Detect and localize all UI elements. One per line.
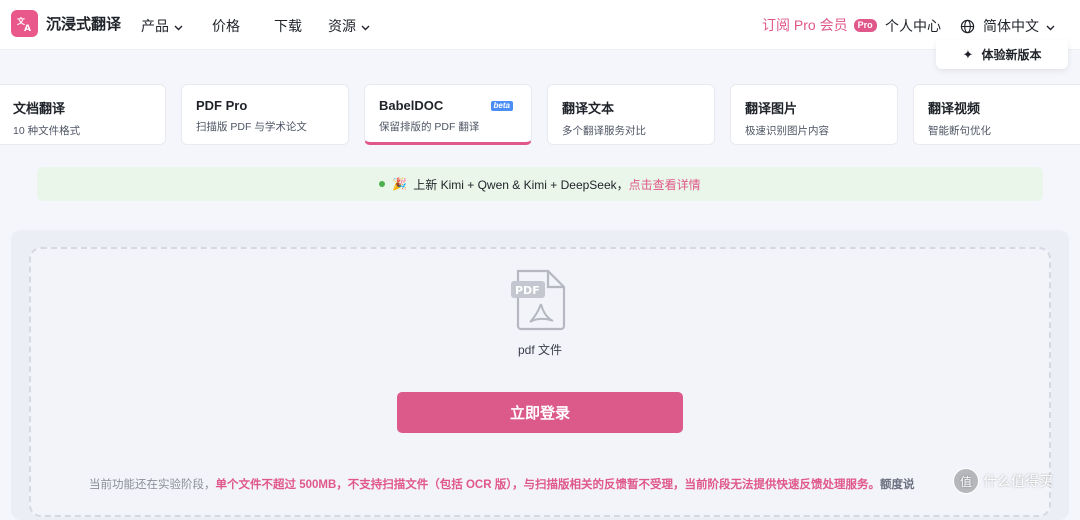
language-selector[interactable]: 简体中文 — [960, 16, 1055, 36]
card-image-translate[interactable]: 翻译图片 极速识别图片内容 — [730, 84, 898, 145]
nav-download-label: 下载 — [274, 18, 302, 34]
card-document-translate[interactable]: 文档翻译 10 种文件格式 — [0, 84, 166, 145]
watermark-text: 什么值得买 — [983, 473, 1053, 489]
pdf-file-icon: PDF — [510, 268, 568, 337]
card-subtitle: 扫描版 PDF 与学术论文 — [196, 121, 307, 133]
card-title: 翻译视频 — [928, 101, 981, 116]
nav-pricing-label: 价格 — [212, 18, 240, 34]
language-label: 简体中文 — [983, 18, 1039, 34]
try-new-label: 体验新版本 — [981, 48, 1042, 62]
card-title: 翻译文本 — [562, 101, 615, 116]
card-subtitle: 保留排版的 PDF 翻译 — [379, 121, 480, 133]
card-pdf-pro[interactable]: PDF Pro 扫描版 PDF 与学术论文 — [181, 84, 349, 145]
nav-resources-label: 资源 — [328, 18, 356, 34]
experimental-notice: 当前功能还在实验阶段，单个文件不超过 500MB，不支持扫描文件（包括 OCR … — [89, 476, 959, 492]
try-new-version-button[interactable]: ✦ 体验新版本 — [936, 40, 1068, 69]
beta-badge: beta — [490, 101, 513, 111]
account-label: 个人中心 — [885, 18, 941, 34]
card-video-translate[interactable]: 翻译视频 智能断句优化 — [913, 84, 1080, 145]
card-subtitle: 多个翻译服务对比 — [562, 125, 646, 137]
watermark-logo: 值 — [953, 468, 979, 494]
announcement-text: 上新 Kimi + Qwen & Kimi + DeepSeek， — [413, 177, 629, 192]
quota-info-link[interactable]: 额度说 — [880, 479, 915, 491]
pdf-icon-text: PDF — [515, 284, 540, 297]
card-text-translate[interactable]: 翻译文本 多个翻译服务对比 — [547, 84, 715, 145]
watermark: 值 什么值得买 — [953, 468, 1053, 494]
globe-icon — [960, 19, 975, 34]
file-type-label: pdf 文件 — [517, 343, 563, 357]
pro-badge: Pro — [853, 18, 877, 32]
card-title: 文档翻译 — [13, 101, 66, 116]
card-subtitle: 极速识别图片内容 — [745, 125, 829, 137]
logo-icon: 文 A — [11, 10, 38, 37]
card-subtitle: 智能断句优化 — [928, 125, 991, 137]
chevron-down-icon — [174, 18, 183, 34]
top-nav-bar: 文 A 沉浸式翻译 产品 价格 下载 资源 订阅 Pro 会员 Pro 个人中心 — [0, 0, 1080, 50]
notice-lead: 当前功能还在实验阶段， — [89, 479, 216, 491]
account-center-link[interactable]: 个人中心 — [885, 16, 941, 36]
logo[interactable]: 文 A 沉浸式翻译 — [11, 10, 121, 37]
chevron-down-icon — [361, 18, 370, 34]
nav-pricing[interactable]: 价格 — [212, 16, 240, 36]
card-title: PDF Pro — [196, 98, 248, 113]
announcement-details-link[interactable]: 点击查看详情 — [629, 176, 701, 193]
party-popper-icon: 🎉 — [392, 177, 408, 191]
logo-text: 沉浸式翻译 — [46, 16, 122, 33]
card-subtitle: 10 种文件格式 — [13, 125, 81, 137]
notice-emphasis: 单个文件不超过 500MB，不支持扫描文件（包括 OCR 版），与扫描版相关的反… — [215, 479, 880, 491]
nav-download[interactable]: 下载 — [274, 16, 302, 36]
svg-text:A: A — [24, 24, 31, 33]
subscribe-label: 订阅 Pro 会员 — [762, 17, 848, 33]
nav-products-label: 产品 — [141, 18, 169, 34]
announcement-banner: 🎉 上新 Kimi + Qwen & Kimi + DeepSeek， 点击查看… — [37, 167, 1043, 201]
status-dot — [379, 181, 386, 187]
nav-products[interactable]: 产品 — [141, 16, 183, 36]
card-babeldoc[interactable]: BabelDOC beta 保留排版的 PDF 翻译 — [364, 84, 532, 145]
login-button[interactable]: 立即登录 — [397, 392, 683, 433]
sparkle-icon: ✦ — [962, 46, 974, 62]
subscribe-pro-link[interactable]: 订阅 Pro 会员 Pro — [762, 15, 877, 35]
nav-resources[interactable]: 资源 — [328, 16, 370, 36]
chevron-down-icon — [1046, 18, 1055, 34]
card-title: 翻译图片 — [745, 101, 798, 116]
